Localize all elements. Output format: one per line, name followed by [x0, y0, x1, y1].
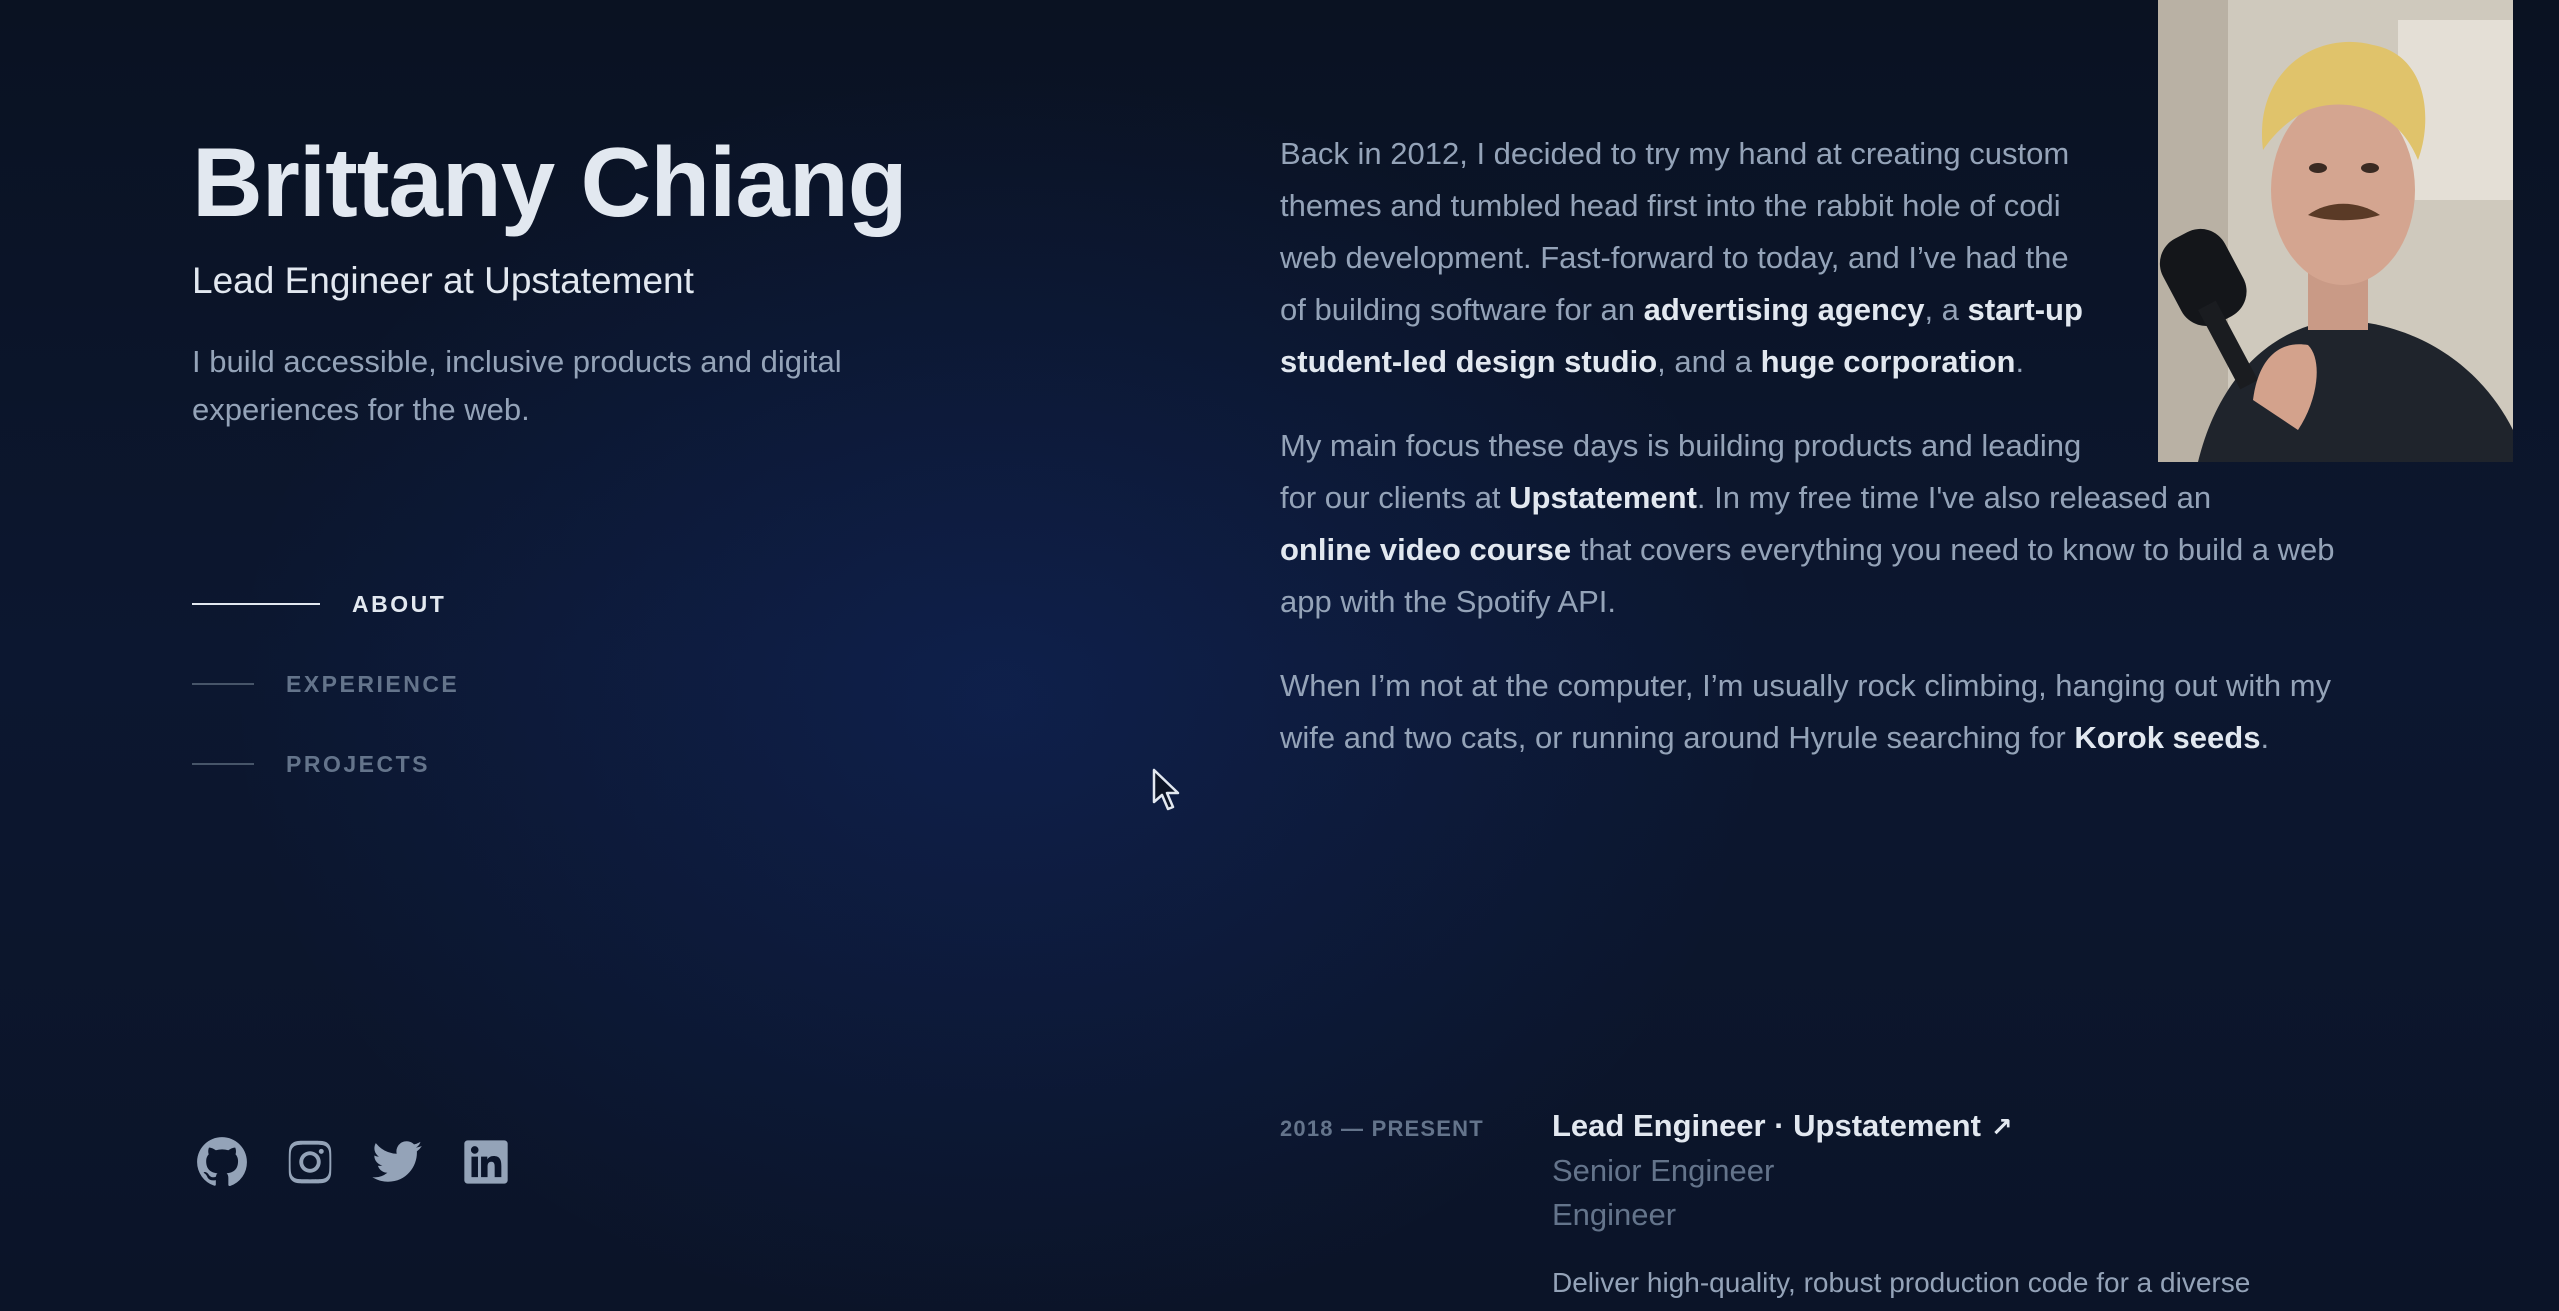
linkedin-icon — [464, 1140, 508, 1184]
section-nav: ABOUT EXPERIENCE PROJECTS — [192, 580, 459, 820]
nav-indicator-line — [192, 763, 254, 765]
experience-date: 2018 — PRESENT — [1280, 1116, 1484, 1141]
about-text: of building software for an — [1280, 292, 1644, 327]
about-text: . — [2260, 720, 2270, 755]
experience-item: 2018 — PRESENT Lead Engineer · Upstateme… — [1280, 1104, 2340, 1305]
experience-title: Lead Engineer · Upstatement — [1552, 1108, 1981, 1143]
instagram-link[interactable] — [284, 1136, 336, 1188]
linkedin-link[interactable] — [460, 1136, 512, 1188]
webcam-overlay — [2158, 0, 2513, 462]
about-text: . In my free time I've also released an — [1696, 480, 2212, 515]
nav-label: PROJECTS — [286, 750, 430, 777]
github-link[interactable] — [196, 1136, 248, 1188]
header: Brittany Chiang Lead Engineer at Upstate… — [192, 120, 992, 434]
nav-indicator-line — [192, 683, 254, 685]
twitter-icon — [372, 1141, 422, 1182]
about-text: for our clients at — [1280, 480, 1510, 515]
presenter-video — [2158, 0, 2513, 462]
video-course-link[interactable]: online video course — [1280, 532, 1571, 567]
advertising-agency-link[interactable]: advertising agency — [1644, 292, 1925, 327]
korok-seeds-link[interactable]: Korok seeds — [2074, 720, 2260, 755]
design-studio-link[interactable]: student-led design studio — [1280, 344, 1657, 379]
page-title: Brittany Chiang — [192, 127, 908, 237]
nav-label: ABOUT — [352, 590, 447, 617]
experience-body: Lead Engineer · Upstatement ↗ Senior Engi… — [1552, 1104, 2340, 1305]
tagline: I build accessible, inclusive products a… — [192, 344, 842, 427]
experience-title-link[interactable]: Lead Engineer · Upstatement ↗ — [1552, 1104, 2340, 1149]
about-text: , and a — [1657, 344, 1761, 379]
mouse-cursor-icon — [1152, 768, 1180, 811]
about-paragraph-3: When I’m not at the computer, I’m usuall… — [1280, 660, 2340, 764]
experience-description: Deliver high-quality, robust production … — [1552, 1267, 2251, 1298]
about-text: , a — [1924, 292, 1968, 327]
nav-indicator-line — [192, 603, 320, 605]
about-text: My main focus these days is building pro… — [1280, 428, 2082, 463]
upstatement-link[interactable]: Upstatement — [1509, 480, 1697, 515]
github-icon — [197, 1137, 247, 1187]
social-links — [196, 1136, 512, 1188]
about-text: web development. Fast-forward to today, … — [1280, 240, 2069, 275]
arrow-up-right-icon: ↗ — [1990, 1112, 2013, 1142]
huge-corporation-link[interactable]: huge corporation — [1761, 344, 2016, 379]
experience-previous-role: Senior Engineer — [1552, 1153, 1775, 1188]
nav-item-projects[interactable]: PROJECTS — [192, 740, 459, 788]
start-up-link[interactable]: start-up — [1968, 292, 2083, 327]
experience-previous-role: Engineer — [1552, 1197, 1677, 1232]
instagram-icon — [288, 1140, 332, 1184]
twitter-link[interactable] — [372, 1136, 424, 1188]
about-text: Back in 2012, I decided to try my hand a… — [1280, 136, 2070, 171]
job-title: Lead Engineer at Upstatement — [192, 260, 694, 301]
about-text: themes and tumbled head first into the r… — [1280, 188, 2061, 223]
nav-label: EXPERIENCE — [286, 670, 460, 697]
nav-item-experience[interactable]: EXPERIENCE — [192, 660, 459, 708]
nav-item-about[interactable]: ABOUT — [192, 580, 459, 628]
about-text: . — [2015, 344, 2025, 379]
